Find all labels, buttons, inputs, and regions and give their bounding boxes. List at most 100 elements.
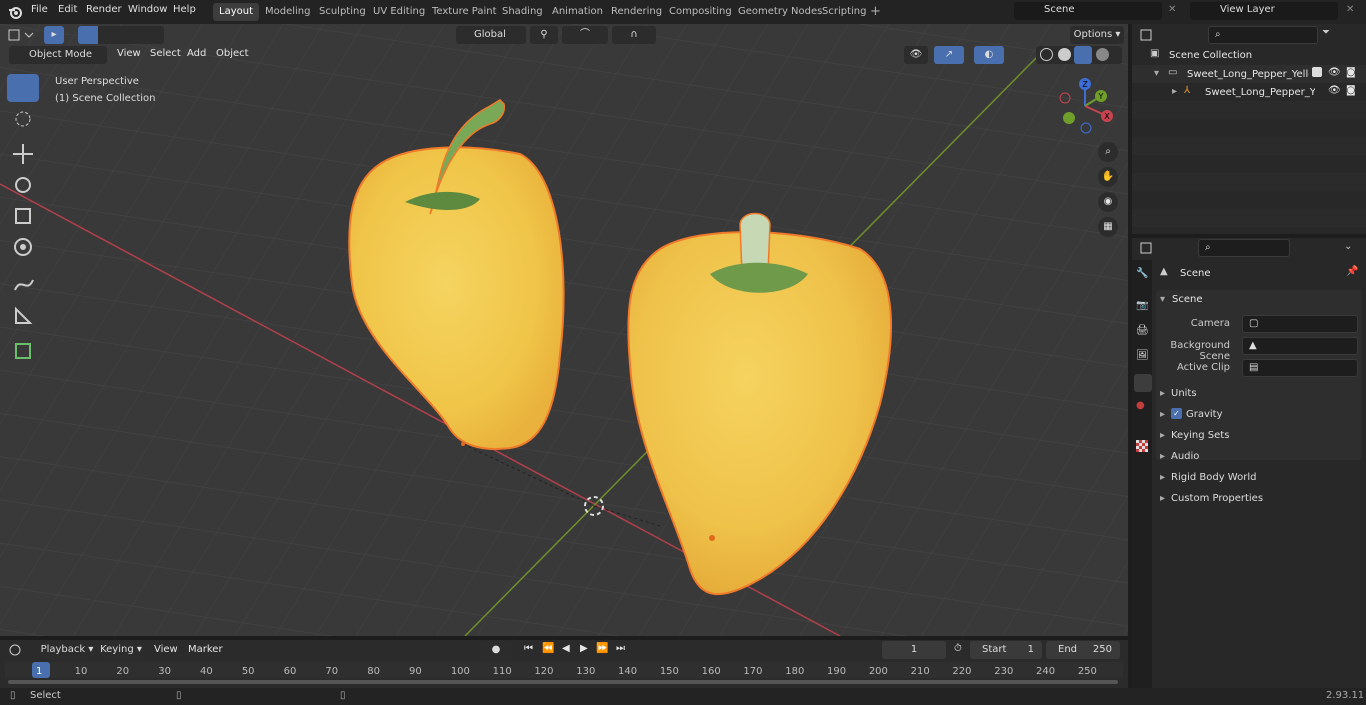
navigation-gizmo[interactable]: Z Y X: [1055, 76, 1115, 136]
wireframe-shading-icon[interactable]: [1040, 48, 1053, 61]
gravity-checkbox[interactable]: ✓: [1171, 408, 1182, 419]
tab-layout[interactable]: Layout: [213, 3, 259, 21]
outliner-row-object[interactable]: ▸ ⅄ Sweet_Long_Pepper_Yell 👁 ◙: [1132, 83, 1366, 101]
menu-edit[interactable]: Edit: [58, 4, 77, 15]
tab-compositing[interactable]: Compositing: [663, 3, 738, 21]
visibility-eye-icon[interactable]: 👁: [1328, 67, 1341, 78]
annotate-tool-icon[interactable]: [7, 270, 39, 298]
record-button[interactable]: ●: [480, 641, 512, 659]
gravity-expand-icon[interactable]: ▸: [1160, 409, 1165, 420]
transform-tool-icon[interactable]: [7, 233, 39, 261]
section-custom-properties[interactable]: Custom Properties: [1171, 493, 1263, 504]
snap-toggle-icon[interactable]: ⌒: [562, 26, 608, 44]
tab-rendering[interactable]: Rendering: [605, 3, 668, 21]
menu-select[interactable]: Select: [150, 48, 181, 59]
rigid-body-expand-icon[interactable]: ▸: [1160, 472, 1165, 483]
timeline-scrollbar[interactable]: [8, 680, 1118, 684]
options-button[interactable]: Options ▾: [1070, 26, 1124, 44]
pin-icon[interactable]: 📌: [1346, 266, 1358, 277]
tab-shading[interactable]: Shading: [496, 3, 549, 21]
keying-menu[interactable]: Keying ▾: [98, 641, 144, 659]
current-frame-field[interactable]: 1: [882, 641, 946, 659]
add-workspace-icon[interactable]: +: [870, 4, 881, 19]
section-gravity[interactable]: Gravity: [1186, 409, 1223, 420]
custom-props-expand-icon[interactable]: ▸: [1160, 493, 1165, 504]
menu-window[interactable]: Window: [128, 4, 167, 15]
timeline-view-menu[interactable]: View: [154, 644, 178, 655]
camera-field[interactable]: ▢: [1242, 315, 1358, 333]
outliner-editor-type-icon[interactable]: [1140, 27, 1170, 45]
blender-logo-icon[interactable]: [8, 5, 22, 19]
zoom-icon[interactable]: ⌕: [1098, 142, 1118, 162]
3d-viewport[interactable]: ▸ Global ⚲ ⌒ ∩ Options ▾ Object Mode Vie…: [0, 24, 1128, 636]
tool-tab-icon[interactable]: 🔧: [1136, 268, 1152, 284]
timeline-marker-menu[interactable]: Marker: [188, 644, 223, 655]
section-keying-sets[interactable]: Keying Sets: [1171, 430, 1229, 441]
object-visibility-icon[interactable]: 👁: [1328, 85, 1341, 96]
properties-editor-type-icon[interactable]: [1140, 240, 1170, 258]
measure-tool-icon[interactable]: [7, 301, 39, 329]
scene-panel-collapse-icon[interactable]: ▾: [1160, 294, 1165, 305]
add-cube-tool-icon[interactable]: [7, 336, 39, 364]
expand-object-icon[interactable]: ▸: [1172, 86, 1177, 97]
cursor-tool-icon[interactable]: [7, 105, 39, 133]
texture-tab-icon[interactable]: [1136, 440, 1148, 452]
keying-sets-expand-icon[interactable]: ▸: [1160, 430, 1165, 441]
gizmo-neg-y-icon[interactable]: [1063, 112, 1075, 124]
properties-options-icon[interactable]: ⌄: [1344, 241, 1352, 252]
orientation-dropdown[interactable]: Global: [456, 26, 526, 44]
object-render-icon[interactable]: ◙: [1346, 85, 1356, 96]
solid-shading-icon[interactable]: [1058, 48, 1071, 61]
gizmo-toggle-icon[interactable]: ↗: [934, 46, 964, 64]
material-preview-icon[interactable]: [1074, 46, 1092, 64]
tab-animation[interactable]: Animation: [546, 3, 609, 21]
next-keyframe-icon[interactable]: ⏩: [596, 643, 608, 654]
properties-search-input[interactable]: ⌕: [1198, 239, 1290, 257]
set-selection-new-icon[interactable]: [78, 26, 98, 44]
audio-expand-icon[interactable]: ▸: [1160, 451, 1165, 462]
tab-uv-editing[interactable]: UV Editing: [367, 3, 431, 21]
timeline-editor-type-icon[interactable]: [8, 642, 36, 660]
section-units[interactable]: Units: [1171, 388, 1197, 399]
visibility-icon[interactable]: 👁: [904, 46, 928, 64]
editor-type-icon[interactable]: [8, 27, 38, 45]
units-expand-icon[interactable]: ▸: [1160, 388, 1165, 399]
close-scene-icon[interactable]: ✕: [1168, 4, 1176, 15]
menu-render[interactable]: Render: [86, 4, 122, 15]
mode-dropdown[interactable]: Object Mode: [9, 46, 107, 64]
proportional-edit-icon[interactable]: ∩: [612, 26, 656, 44]
camera-view-icon[interactable]: ◉: [1098, 192, 1118, 212]
gizmo-neg-x-icon[interactable]: [1059, 92, 1071, 104]
start-frame-field[interactable]: Start 1: [970, 641, 1042, 659]
gizmo-neg-z-icon[interactable]: [1080, 122, 1092, 134]
scene-panel-title[interactable]: Scene: [1172, 294, 1203, 305]
move-tool-icon[interactable]: [7, 140, 39, 168]
section-audio[interactable]: Audio: [1171, 451, 1199, 462]
scene-selector[interactable]: Scene: [1014, 2, 1162, 20]
menu-add[interactable]: Add: [187, 48, 206, 59]
render-camera-icon[interactable]: ◙: [1346, 67, 1356, 78]
render-tab-icon[interactable]: 📷: [1136, 300, 1152, 316]
select-mode-button[interactable]: ▸: [44, 26, 64, 44]
background-scene-field[interactable]: ▲: [1242, 337, 1358, 355]
tab-scripting[interactable]: Scripting: [816, 3, 872, 21]
play-reverse-icon[interactable]: ◀: [562, 643, 570, 654]
rotate-tool-icon[interactable]: [7, 171, 39, 199]
menu-help[interactable]: Help: [173, 4, 196, 15]
jump-end-icon[interactable]: ⏭: [616, 643, 625, 654]
menu-file[interactable]: File: [31, 4, 48, 15]
jump-start-icon[interactable]: ⏮: [524, 643, 533, 654]
scene-tab-icon[interactable]: [1134, 374, 1152, 392]
perspective-grid-icon[interactable]: ▦: [1098, 217, 1118, 237]
menu-object[interactable]: Object: [216, 48, 249, 59]
tab-modeling[interactable]: Modeling: [259, 3, 317, 21]
playback-menu[interactable]: Playback ▾: [40, 641, 94, 659]
outliner-search-input[interactable]: ⌕: [1208, 26, 1318, 44]
scene-collection-label[interactable]: Scene Collection: [1169, 50, 1252, 61]
output-tab-icon[interactable]: 🖨: [1136, 325, 1152, 341]
overlay-toggle-icon[interactable]: ◐: [974, 46, 1004, 64]
section-rigid-body-world[interactable]: Rigid Body World: [1171, 472, 1256, 483]
tab-geometry-nodes[interactable]: Geometry Nodes: [732, 3, 828, 21]
selection-mode-group[interactable]: [78, 26, 164, 44]
prev-keyframe-icon[interactable]: ⏪: [542, 643, 554, 654]
